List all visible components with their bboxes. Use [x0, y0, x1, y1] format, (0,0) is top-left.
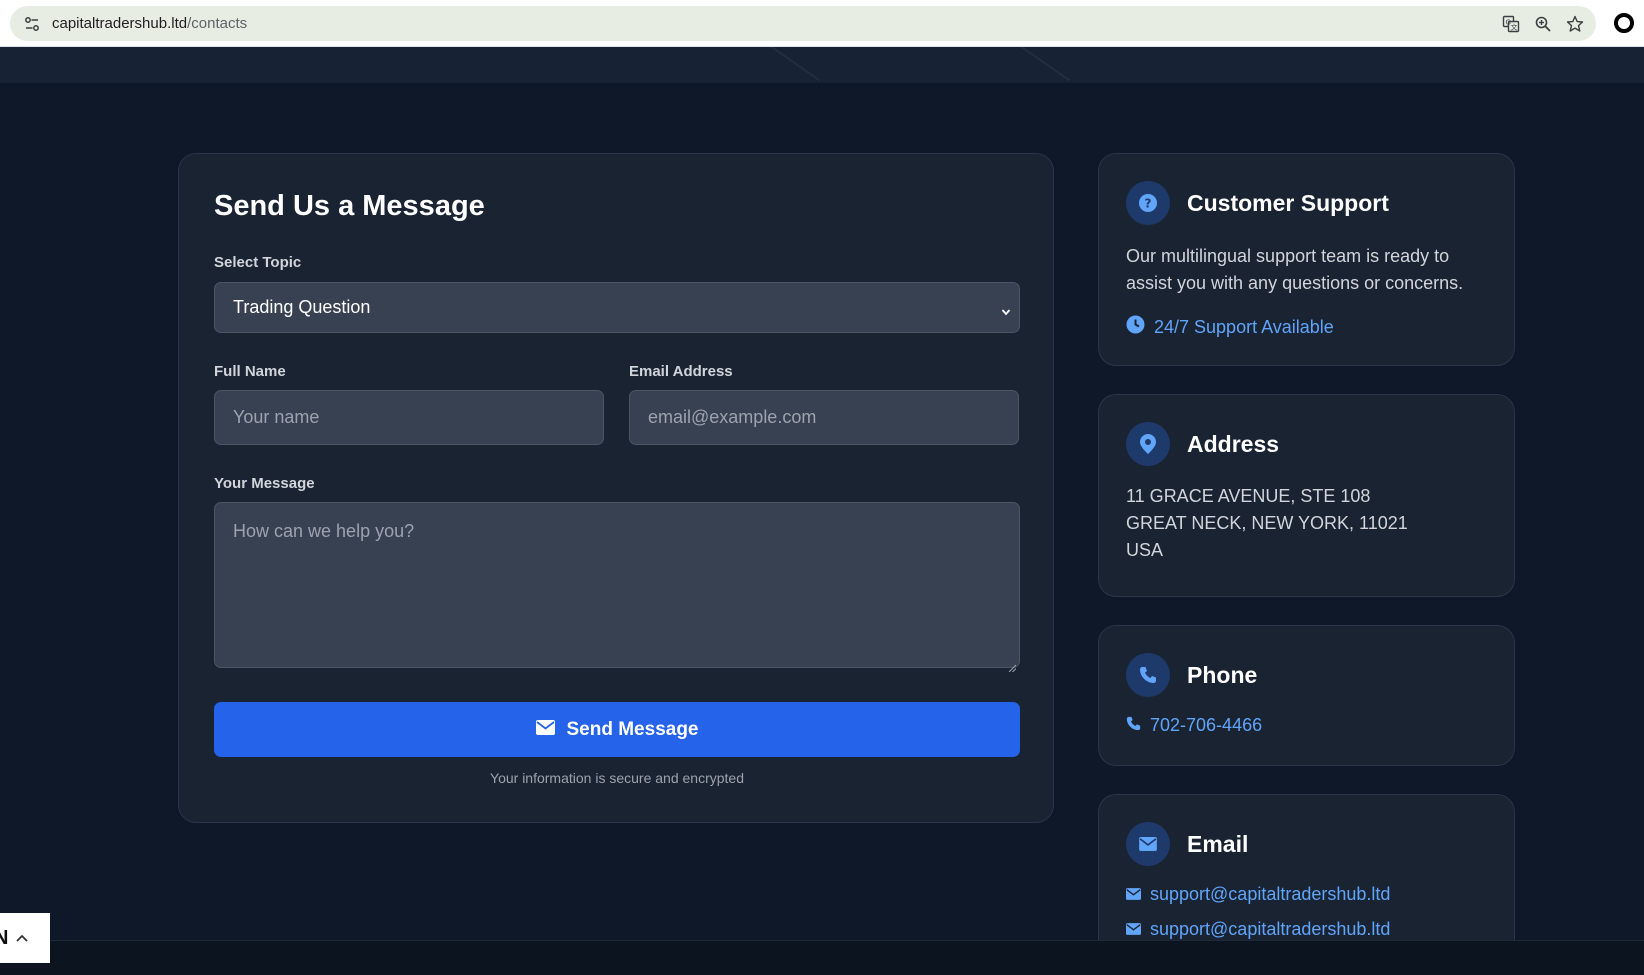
phone-number: 702-706-4466 — [1150, 715, 1263, 735]
address-line-2: GREAT NECK, NEW YORK, 11021 — [1126, 513, 1408, 533]
decorative-streak — [770, 47, 821, 82]
support-card: ? Customer Support Our multilingual supp… — [1098, 153, 1515, 366]
address-title: Address — [1187, 431, 1280, 457]
support-description: Our multilingual support team is ready t… — [1126, 243, 1463, 297]
clock-icon — [1126, 315, 1145, 339]
resize-grip-icon[interactable] — [1008, 656, 1017, 673]
address-text: 11 GRACE AVENUE, STE 108 GREAT NECK, NEW… — [1126, 483, 1408, 564]
message-label: Your Message — [214, 475, 315, 492]
email-address-1: support@capitaltradershub.ltd — [1150, 884, 1391, 904]
support-description-line-2: assist you with any questions or concern… — [1126, 273, 1464, 293]
site-settings-icon[interactable] — [23, 15, 41, 33]
email-input[interactable]: email@example.com — [629, 390, 1019, 445]
full-name-label: Full Name — [214, 363, 286, 380]
message-placeholder: How can we help you? — [233, 521, 415, 541]
email-link-2[interactable]: support@capitaltradershub.ltd — [1126, 919, 1390, 940]
star-icon[interactable] — [1566, 15, 1584, 33]
question-icon: ? — [1126, 181, 1170, 225]
email-address-2: support@capitaltradershub.ltd — [1150, 919, 1391, 939]
send-message-button[interactable]: Send Message — [214, 702, 1020, 757]
url-text[interactable]: capitaltradershub.ltd/contacts — [52, 15, 247, 32]
address-line-1: 11 GRACE AVENUE, STE 108 — [1126, 486, 1371, 506]
page-footer-band — [0, 940, 1644, 975]
site-header-band — [0, 47, 1644, 83]
zoom-icon[interactable] — [1534, 15, 1552, 33]
translate-icon[interactable]: G 文 — [1502, 15, 1520, 33]
phone-icon — [1126, 653, 1170, 697]
chevron-up-icon — [16, 929, 29, 947]
contact-form-card: Send Us a Message Select Topic Trading Q… — [178, 153, 1054, 823]
phone-icon — [1126, 715, 1141, 736]
secure-note: Your information is secure and encrypted — [490, 770, 744, 786]
support-description-line-1: Our multilingual support team is ready t… — [1126, 246, 1450, 266]
browser-toolbar: capitaltradershub.ltd/contacts G 文 — [0, 0, 1644, 47]
decorative-streak — [1020, 47, 1071, 82]
address-bar[interactable]: capitaltradershub.ltd/contacts G 文 — [10, 6, 1596, 41]
message-textarea[interactable]: How can we help you? — [214, 502, 1020, 673]
envelope-icon — [1126, 822, 1170, 866]
envelope-icon — [1126, 919, 1141, 940]
map-pin-icon — [1126, 422, 1170, 466]
phone-title: Phone — [1187, 662, 1258, 688]
language-switcher[interactable]: N — [0, 913, 50, 963]
language-code: N — [0, 926, 9, 949]
url-domain: capitaltradershub.ltd — [52, 15, 188, 32]
svg-text:?: ? — [1145, 197, 1152, 211]
topic-select[interactable]: Trading Question — [214, 282, 1020, 333]
support-availability: 24/7 Support Available — [1126, 315, 1334, 339]
profile-icon[interactable] — [1614, 13, 1634, 33]
svg-text:文: 文 — [1511, 22, 1518, 31]
availability-text: 24/7 Support Available — [1154, 316, 1334, 337]
form-title: Send Us a Message — [214, 190, 485, 222]
full-name-input[interactable]: Your name — [214, 390, 604, 445]
address-line-3: USA — [1126, 540, 1164, 560]
topic-selected-value: Trading Question — [233, 297, 371, 317]
send-message-label: Send Message — [566, 718, 699, 740]
address-card: Address 11 GRACE AVENUE, STE 108 GREAT N… — [1098, 394, 1515, 597]
email-label: Email Address — [629, 363, 733, 380]
email-link-1[interactable]: support@capitaltradershub.ltd — [1126, 884, 1390, 905]
phone-link[interactable]: 702-706-4466 — [1126, 715, 1262, 736]
full-name-placeholder: Your name — [233, 407, 320, 427]
url-path: /contacts — [187, 15, 248, 32]
envelope-icon — [1126, 884, 1141, 905]
email-title: Email — [1187, 831, 1249, 857]
chevron-down-icon — [1001, 301, 1011, 316]
topic-label: Select Topic — [214, 254, 302, 271]
support-title: Customer Support — [1187, 190, 1389, 216]
phone-card: Phone 702-706-4466 — [1098, 625, 1515, 766]
address-bar-actions: G 文 — [1502, 6, 1584, 41]
envelope-icon — [535, 719, 555, 741]
email-placeholder: email@example.com — [648, 407, 817, 427]
